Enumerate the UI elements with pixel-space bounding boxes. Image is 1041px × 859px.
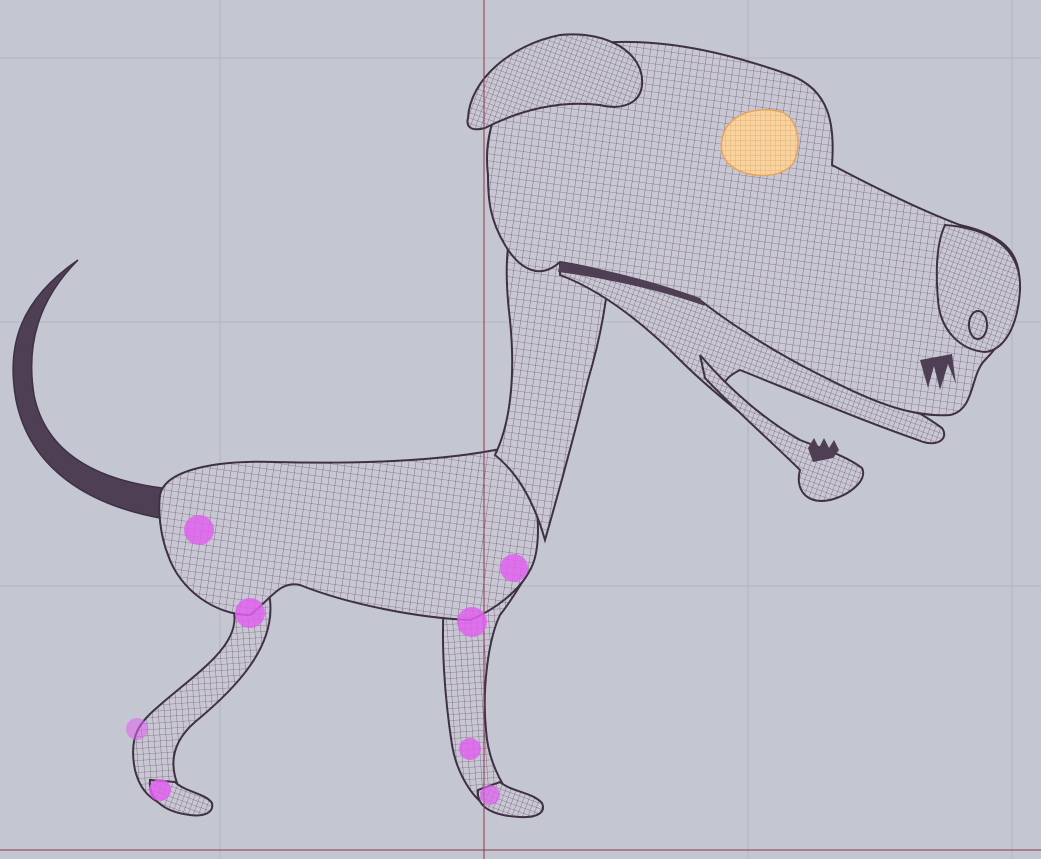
vertex-group[interactable]	[480, 785, 500, 805]
3d-viewport[interactable]	[0, 0, 1041, 859]
vertex-group[interactable]	[500, 554, 528, 582]
vertex-group[interactable]	[149, 779, 171, 801]
vertex-group[interactable]	[459, 738, 481, 760]
vertex-group[interactable]	[184, 515, 214, 545]
body[interactable]	[158, 446, 539, 622]
nose[interactable]	[935, 223, 1022, 354]
tail[interactable]	[12, 259, 163, 519]
viewport-canvas[interactable]	[0, 0, 1041, 859]
vertex-group[interactable]	[457, 607, 487, 637]
vertex-group[interactable]	[126, 718, 148, 740]
eye-selected[interactable]	[720, 109, 799, 177]
vertex-group[interactable]	[235, 598, 265, 628]
